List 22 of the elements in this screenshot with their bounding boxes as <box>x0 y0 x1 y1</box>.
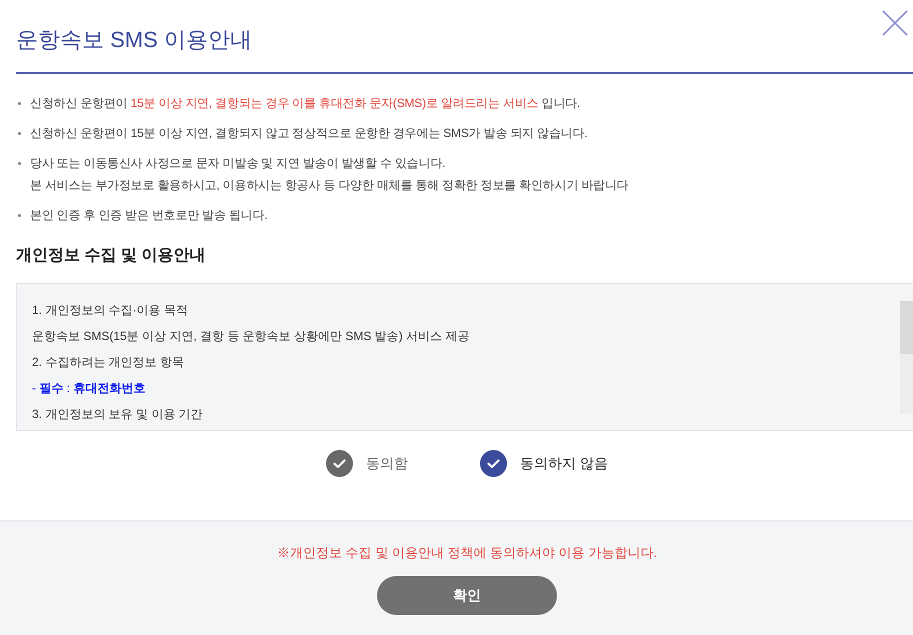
policy-text: - 필수 : 휴대전화번호 <box>32 380 146 397</box>
scrollbar-thumb[interactable] <box>900 301 913 354</box>
notice-text: 신청하신 운항편이 15분 이상 지연, 결항되지 않고 정상적으로 운항한 경우에는 SMS가 발송 되지 않습니다. <box>30 125 588 142</box>
bullet-icon <box>18 132 21 135</box>
policy-text: 운항속보 SMS(15분 이상 지연, 결항 등 운항속보 상황에만 SMS 발송) 서비스 제공 <box>32 328 470 345</box>
consent-option[interactable]: 동의함 <box>326 449 408 477</box>
close-button[interactable] <box>882 10 908 36</box>
consent-warning: ※개인정보 수집 및 이용안내 정책에 동의하셔야 이용 가능합니다. <box>277 544 657 562</box>
policy-text: 3. 개인정보의 보유 및 이용 기간 <box>32 406 203 423</box>
dialog-title: 운항속보 SMS 이용안내 <box>16 26 253 54</box>
notice-text: 본인 인증 후 인증 받은 번호로만 발송 됩니다. <box>30 207 268 224</box>
confirm-button[interactable]: 확인 <box>377 576 557 615</box>
policy-text: 1. 개인정보의 수집·이용 목적 <box>32 302 188 319</box>
notice-text: 당사 또는 이동통신사 사정으로 문자 미발송 및 지연 발송이 발생할 수 있습니다. 본 서비스는 부가정보로 활용하시고, 이용하시는 항공사 등 다양한 매체를 통해 정확한 정보를 확인하시기 바랍니다 <box>30 155 628 194</box>
consent-option[interactable]: 동의하지 않음 <box>480 449 608 477</box>
section-heading: 개인정보 수집 및 이용안내 <box>16 246 206 266</box>
bullet-icon <box>18 102 21 105</box>
policy-text: 2. 수집하려는 개인정보 항목 <box>32 354 184 371</box>
bullet-icon <box>18 214 21 217</box>
notice-text: 신청하신 운항편이 15분 이상 지연, 결항되는 경우 이를 휴대전화 문자(SMS)로 알려드리는 서비스 입니다. <box>30 95 580 112</box>
bullet-icon <box>18 162 21 165</box>
close-icon <box>882 10 908 36</box>
